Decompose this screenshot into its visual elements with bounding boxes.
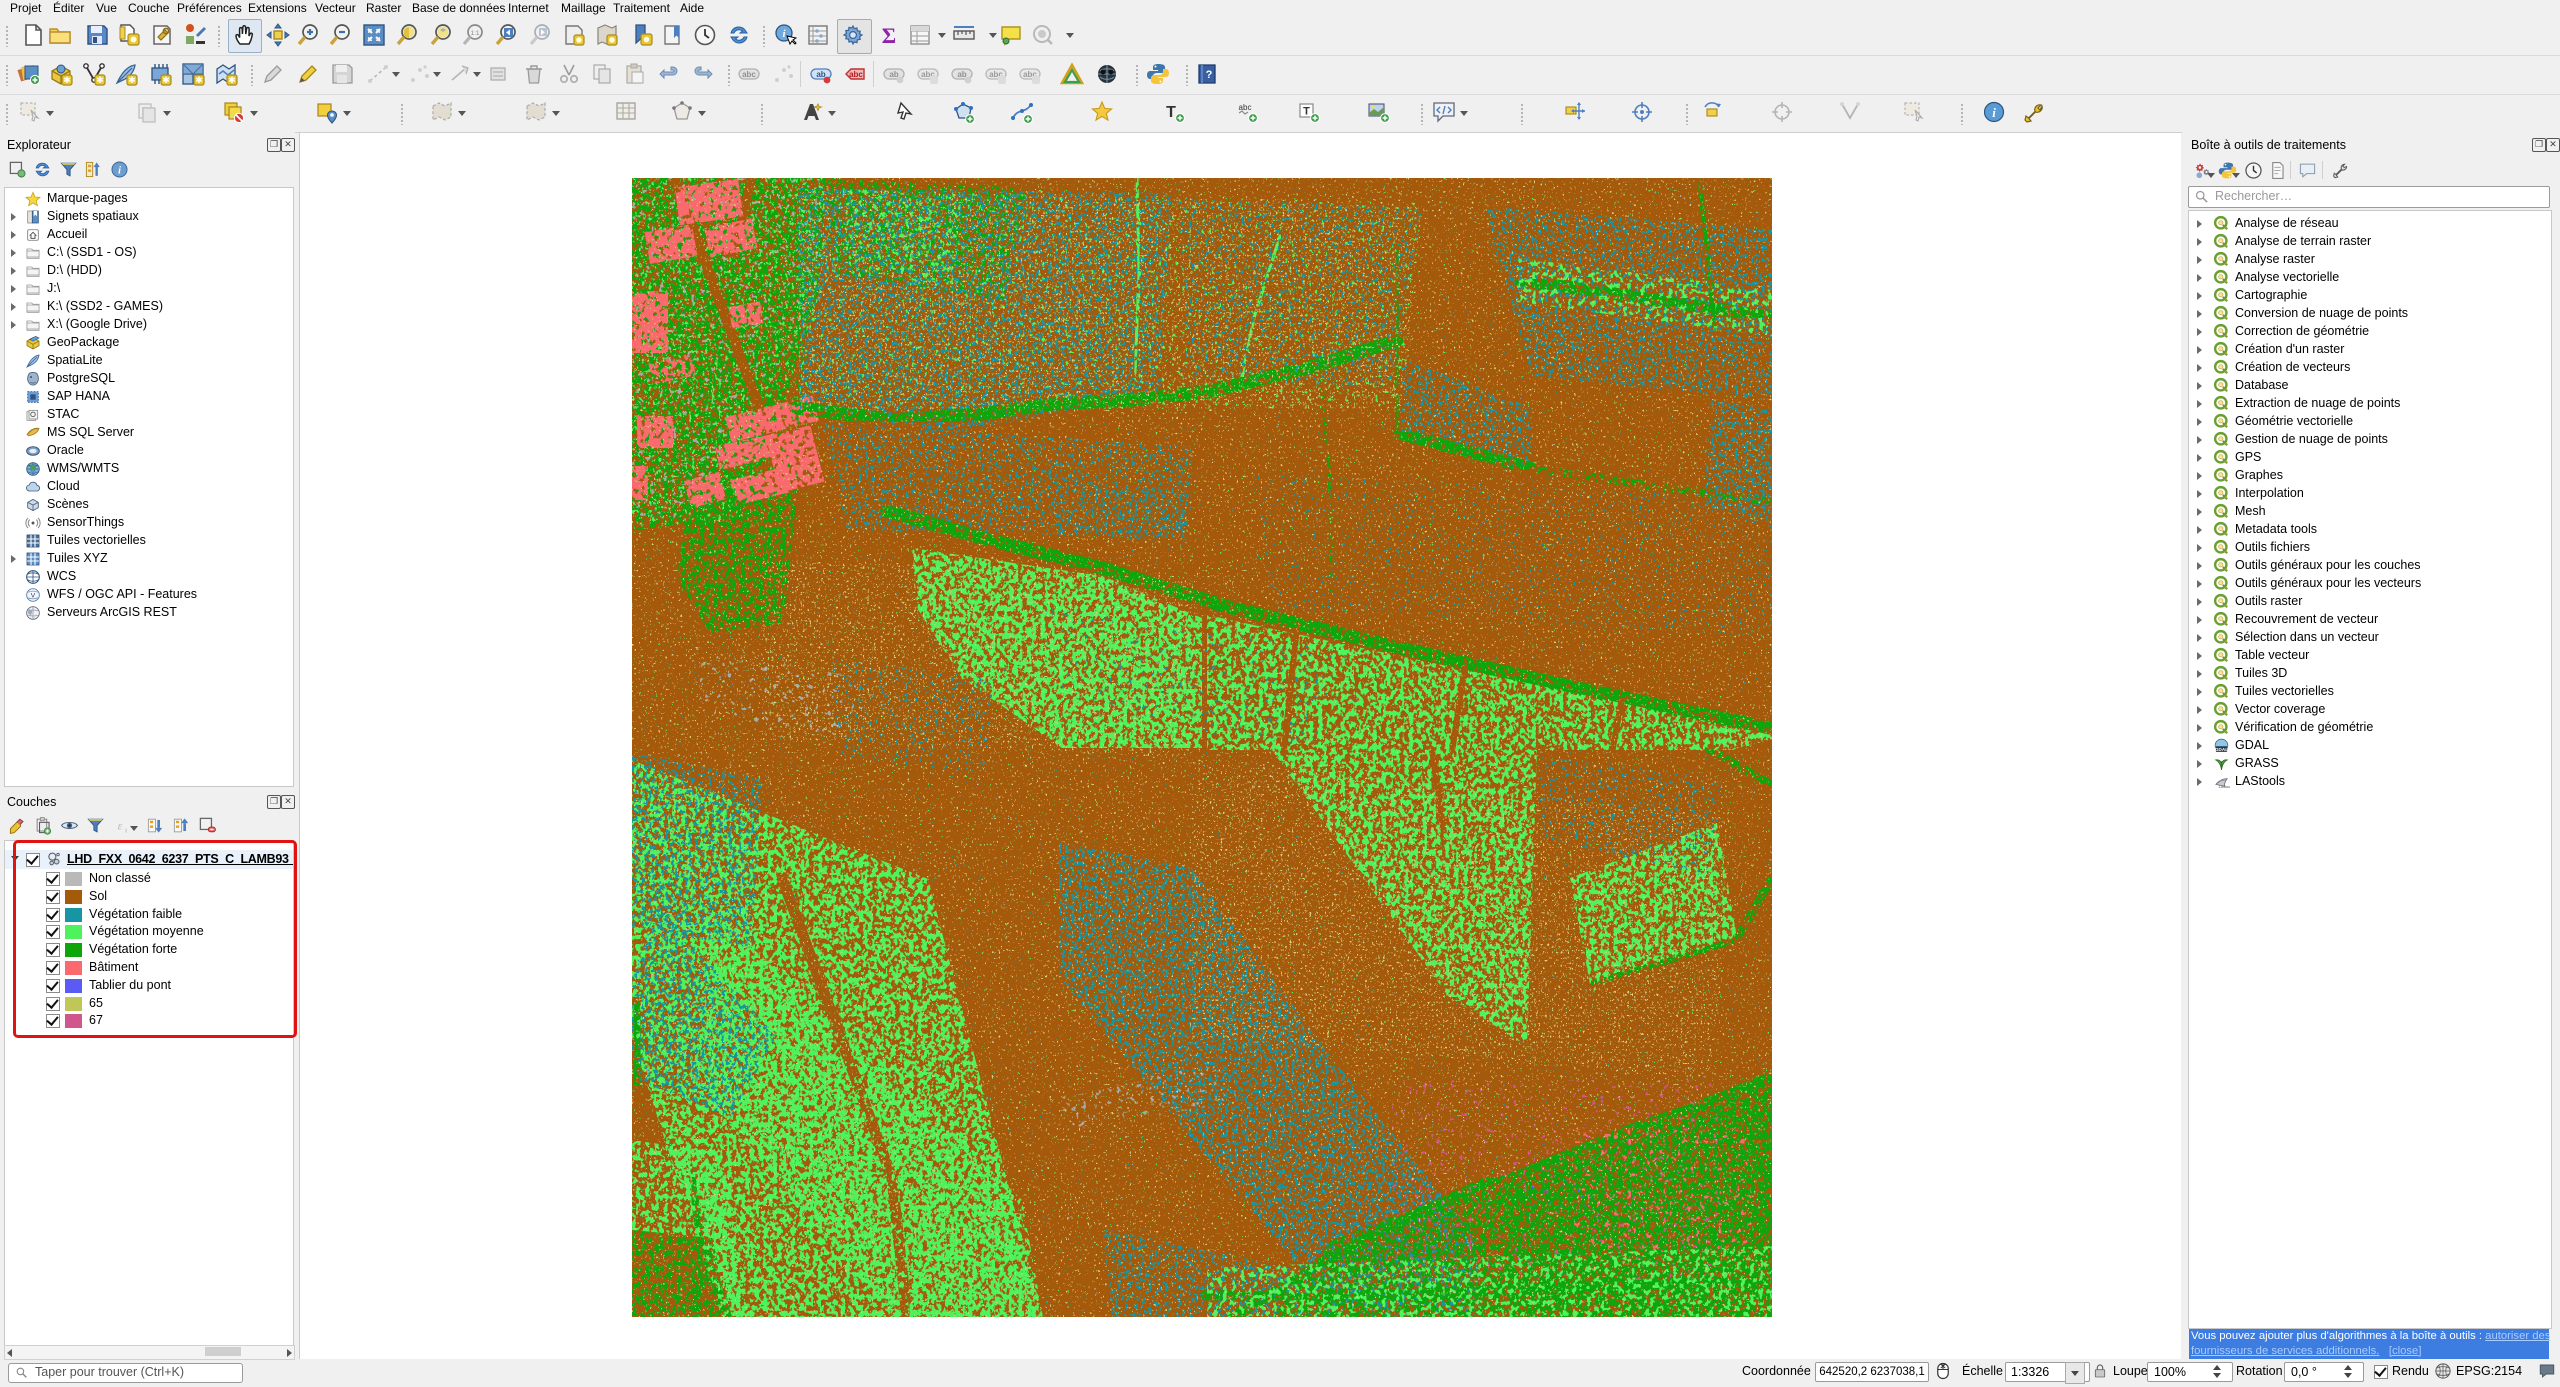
svg-text:ab: ab [889,70,898,79]
svg-text:✱: ✱ [228,75,236,85]
svg-text:ε: ε [118,818,123,832]
svg-text:abc: abc [849,70,863,79]
svg-text:i: i [118,165,121,176]
svg-text:Σ: Σ [882,23,896,47]
svg-text:ab: ab [816,70,825,79]
svg-text:?: ? [1206,69,1213,81]
svg-text:✱: ✱ [96,75,104,85]
svg-text:✱: ✱ [128,75,136,85]
svg-text:T: T [1166,104,1176,121]
svg-text:LAStools: LAStools [2219,785,2230,789]
svg-text:abc: abc [1239,103,1252,112]
svg-text:GDAL: GDAL [2215,747,2228,752]
svg-text:ab: ab [957,70,966,79]
svg-text:V: V [31,593,36,600]
svg-text:T: T [1303,106,1310,118]
svg-text:1:1: 1:1 [470,30,479,37]
svg-text:✱: ✱ [162,75,170,85]
svg-text:✱: ✱ [195,75,203,85]
svg-text:i: i [1992,105,1996,120]
svg-text:ij: ij [125,828,127,834]
svg-text:✱: ✱ [63,75,71,85]
svg-text:abc: abc [742,70,756,79]
